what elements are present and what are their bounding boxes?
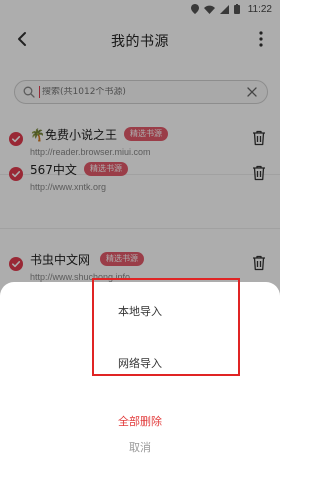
local-import-option[interactable]: 本地导入	[0, 300, 280, 320]
local-import-label: 本地导入	[118, 305, 162, 318]
cancel-label: 取消	[129, 441, 151, 454]
delete-all-label: 全部删除	[118, 415, 162, 428]
network-import-option[interactable]: 网络导入	[0, 352, 280, 372]
import-bottom-sheet: 本地导入 网络导入 全部删除 取消	[0, 278, 280, 500]
cancel-button[interactable]: 取消	[0, 436, 280, 456]
network-import-label: 网络导入	[118, 357, 162, 370]
delete-all-button[interactable]: 全部删除	[0, 410, 280, 430]
